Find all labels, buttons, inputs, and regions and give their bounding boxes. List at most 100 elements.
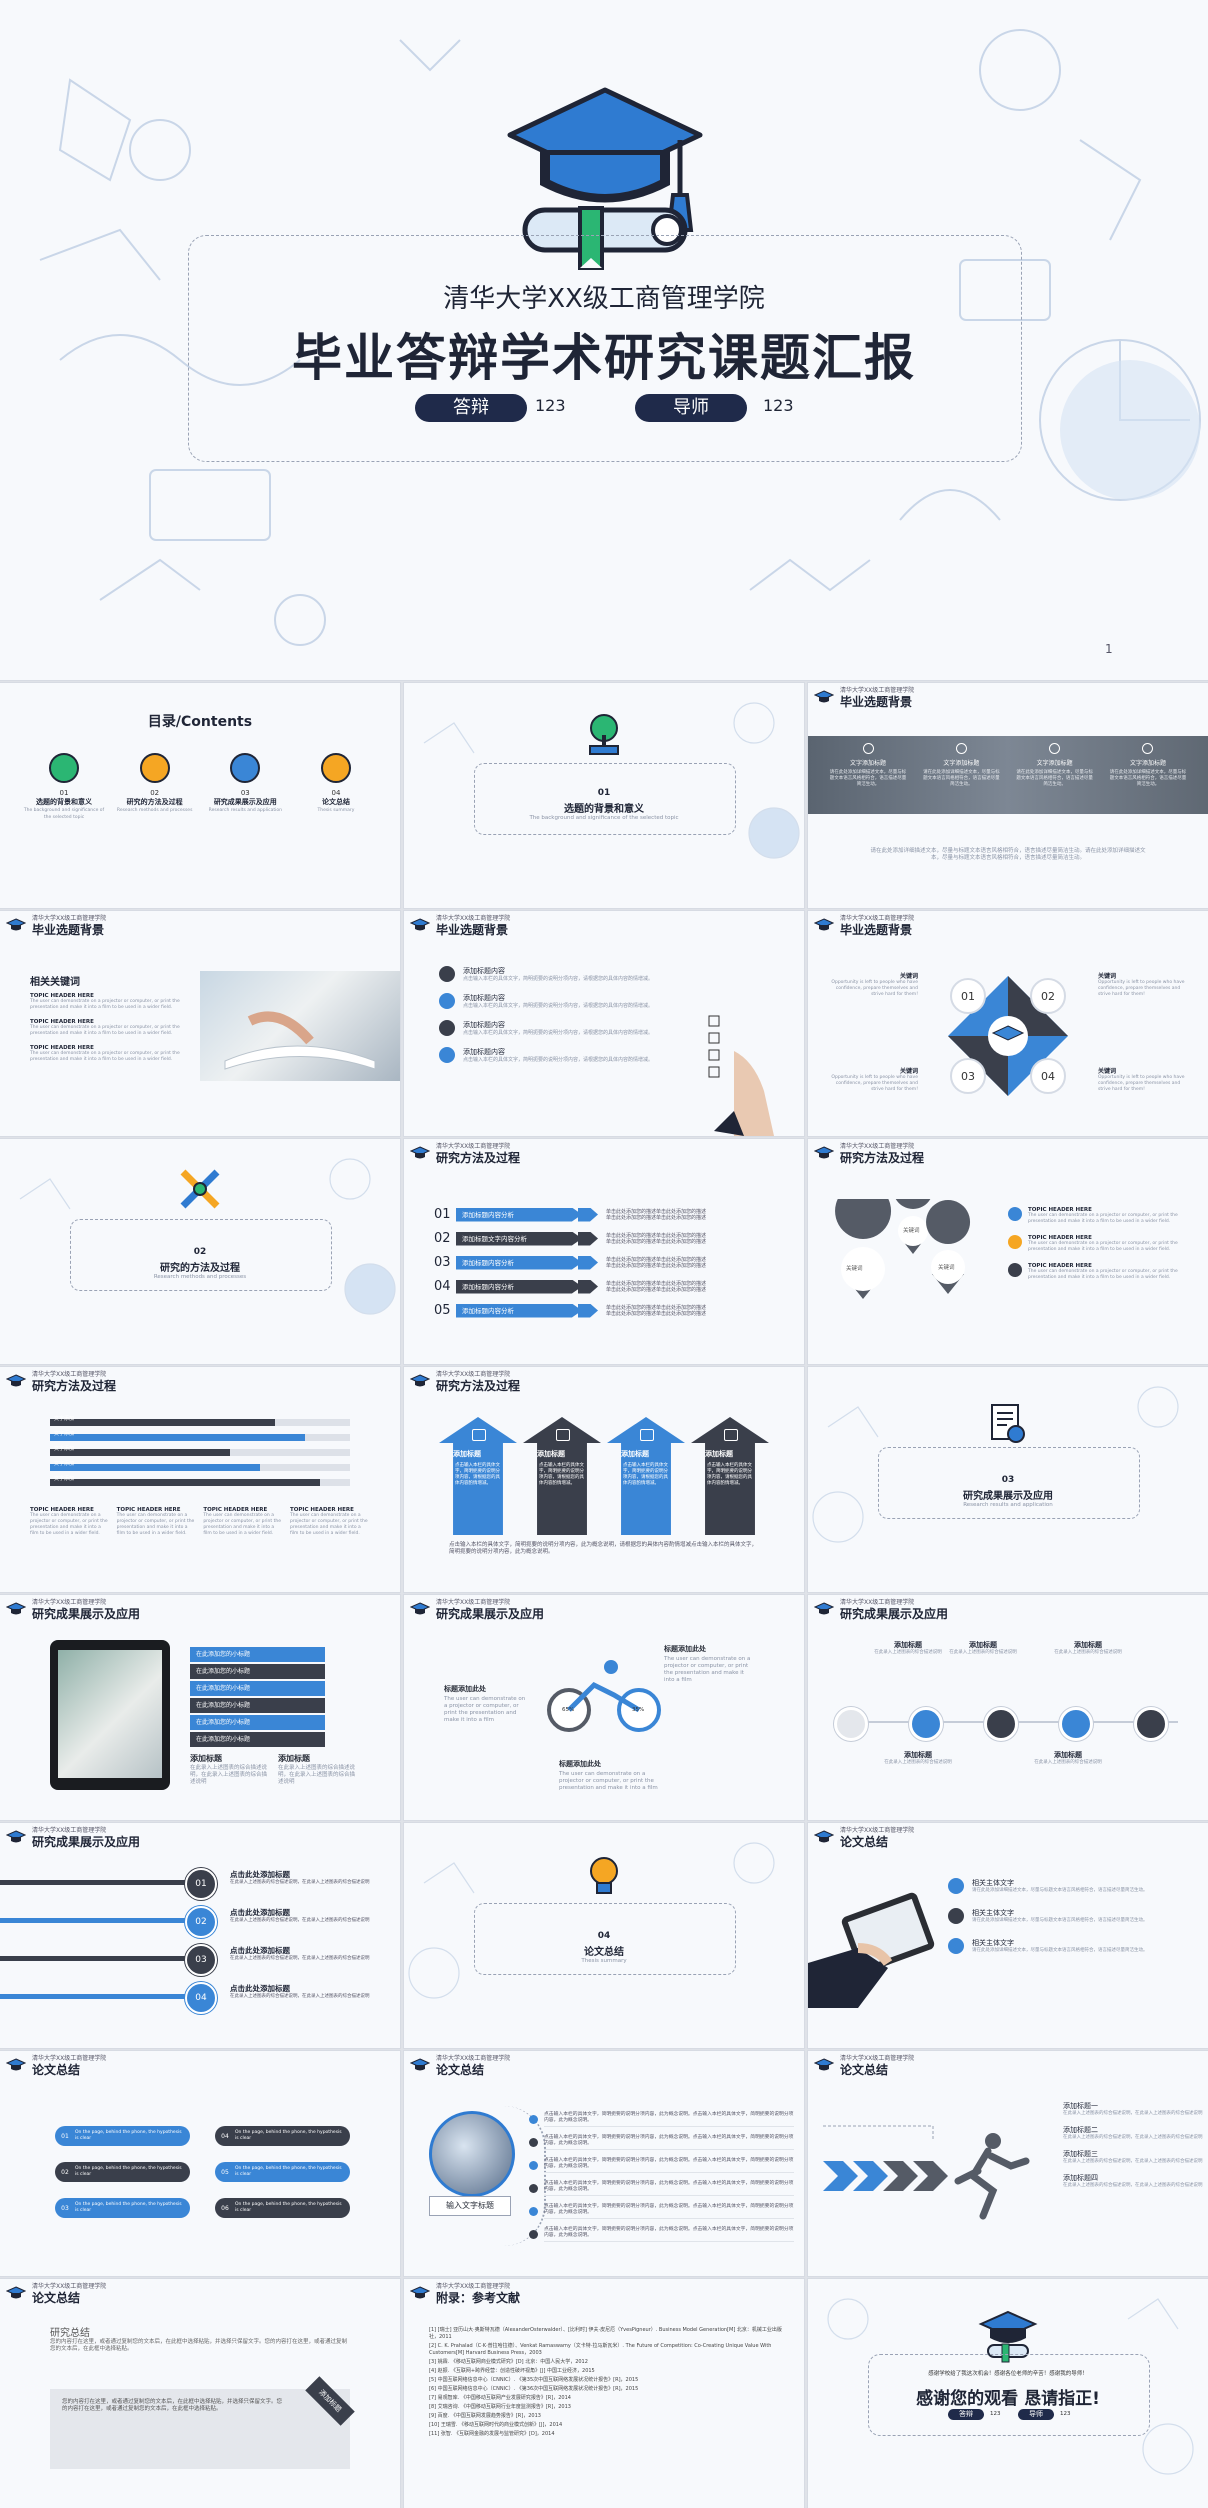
summary-heading: 研究总结 [50, 2328, 90, 2339]
step-text: 单击此处添加您的描述单击此处添加您的描述 单击此处添加您的描述单击此处添加您的描述 [606, 1304, 707, 1317]
reference-list: [1] [瑞士] 亚历山大·奥斯特瓦德（AlexanderOsterwalder… [429, 2327, 784, 2440]
header-school: 清华大学XX级工商管理学院 [436, 915, 511, 922]
header-school: 清华大学XX级工商管理学院 [436, 1599, 511, 1606]
summary-slide-3[interactable]: 清华大学XX级工商管理学院 论文总结 输入文字标题 点击输入本栏的具体文字，简明扼… [404, 2051, 804, 2276]
background-slide-4[interactable]: 清华大学XX级工商管理学院 毕业选题背景 01 02 03 04 关键词 Opportun… [808, 911, 1208, 1136]
header-school: 清华大学XX级工商管理学院 [32, 2055, 107, 2062]
section-03-slide[interactable]: 03 研究成果展示及应用 Research results and applic… [808, 1367, 1208, 1592]
slide-header: 清华大学XX级工商管理学院 研究方法及过程 [814, 1143, 924, 1165]
toc-number: 03 [240, 789, 250, 797]
cover-slide[interactable]: 清华大学XX级工商管理学院 毕业答辩学术研究课题汇报 答辩 123 导师 123… [0, 0, 1208, 680]
summary-slide-4[interactable]: 清华大学XX级工商管理学院 论文总结 添加标题一 在此录入上述图表的综合描述说明，在… [808, 2051, 1208, 2276]
summary-slide-1[interactable]: 清华大学XX级工商管理学院 论文总结 相关主体文字 请在此处添加详细描述文本，尽量与… [808, 1823, 1208, 2048]
method-slide-3[interactable]: 清华大学XX级工商管理学院 研究方法及过程 文字添加 文字添加 文字添加 文字添加 文字添… [0, 1367, 400, 1592]
summary-slide-5[interactable]: 清华大学XX级工商管理学院 论文总结 研究总结 您的内容打在这里，或者通过复制您的… [0, 2279, 400, 2508]
progress-label: 文字添加 [54, 1431, 75, 1437]
topic-desc: The user can demonstrate on a projector … [1028, 1269, 1178, 1280]
open-book-illustration [224, 1011, 376, 1070]
timeline-node [1134, 1707, 1168, 1741]
progress-fill [50, 1479, 320, 1486]
step-number: 03 [434, 1255, 451, 1270]
footer-text: 请在此处添加详细描述文本，尽量与标题文本语言风格相符合，语言描述尽量简洁生动。请… [870, 848, 1146, 861]
header-school: 清华大学XX级工商管理学院 [840, 915, 915, 922]
header-school: 清华大学XX级工商管理学院 [32, 1599, 107, 1606]
arrow-title: 添加标题 [705, 1450, 733, 1458]
section-02-slide[interactable]: 02 研究的方法及过程 Research methods and process… [0, 1139, 400, 1364]
number-label: 01 [961, 990, 975, 1003]
slide-header: 清华大学XX级工商管理学院 研究成果展示及应用 [814, 1599, 948, 1621]
background-slide-3[interactable]: 清华大学XX级工商管理学院 毕业选题背景 添加标题内容 点击输入本栏的具体文字，简明… [404, 911, 804, 1136]
topic-column: TOPIC HEADER HERE The user can demonstrat… [117, 1507, 197, 1537]
topic-column: TOPIC HEADER HERE The user can demonstrat… [290, 1507, 370, 1537]
timeline-label: 添加标题 在此录入上述图表的综合描述说明 [1054, 1641, 1122, 1655]
results-slide-3[interactable]: 清华大学XX级工商管理学院 研究成果展示及应用 添加标题 在此录入上述图表的综合描述… [808, 1595, 1208, 1820]
step-row: 05 添加标题内容分析 单击此处添加您的描述单击此处添加您的描述 单击此处添加您的描述… [434, 1300, 784, 1321]
topic-item: TOPIC HEADER HERE The user can demonstrat… [30, 1045, 190, 1063]
summary-slide-2[interactable]: 清华大学XX级工商管理学院 论文总结 01 On the page, behind … [0, 2051, 400, 2276]
toc-label: 研究成果展示及应用 [213, 798, 277, 806]
step-number: 01 [434, 1207, 451, 1222]
timeline-label: 添加标题 在此录入上述图表的综合描述说明 [949, 1641, 1017, 1655]
toc-item[interactable]: 03 研究成果展示及应用 Research results and applicat… [201, 753, 289, 821]
arrow-text: 点击输入本栏的具体文字，简明扼要的说明分项内容，请根据您的具体内容酌情增减。 [623, 1463, 668, 1486]
graduation-cap-icon [814, 1146, 834, 1159]
slide-title: 研究成果展示及应用 [840, 1607, 949, 1621]
toc-item[interactable]: 02 研究的方法及过程 Research methods and processes [111, 753, 199, 821]
thanks-sub: 感谢学校给了我这次机会！感谢各位老师的辛苦！感谢我的导师！ [928, 2371, 1088, 2377]
toc-item[interactable]: 04 论文总结 Thesis summary [292, 753, 380, 821]
numbered-list: 点击输入本栏的具体文字，简明扼要的说明分项内容，此为概念说明。点击输入本栏的具体… [529, 2109, 794, 2247]
topic-item: TOPIC HEADER HERE The user can demonstrat… [1008, 1207, 1198, 1225]
timeline-label: 添加标题 在此录入上述图表的综合描述说明 [884, 1751, 952, 1765]
slide-title: 论文总结 [32, 2063, 81, 2077]
page-number: 1 [1105, 642, 1113, 656]
background-slide-2[interactable]: 清华大学XX级工商管理学院 毕业选题背景 相关关键词 TOPIC HEADER H… [0, 911, 400, 1136]
pill-number: 01 [61, 2132, 69, 2140]
arrow-column: 添加标题 点击输入本栏的具体文字，简明扼要的说明分项内容，请根据您的具体内容酌情增… [607, 1417, 685, 1535]
topic-desc: The user can demonstrate on a projector … [30, 1513, 108, 1536]
background-slide-1[interactable]: 清华大学XX级工商管理学院 毕业选题背景 文字添加标题 请在此处添加详细描述文本，尽… [808, 683, 1208, 908]
item-icon [439, 966, 455, 982]
step-text: 单击此处添加您的描述单击此处添加您的描述 单击此处添加您的描述单击此处添加您的描述 [606, 1280, 707, 1293]
arrow-title: 添加标题 [537, 1450, 565, 1458]
method-slide-1[interactable]: 清华大学XX级工商管理学院 研究方法及过程 01 添加标题内容分析 单击此处添加您的描… [404, 1139, 804, 1364]
slide-title: 研究成果展示及应用 [32, 1835, 141, 1849]
arrow-text: 点击输入本栏的具体文字，简明扼要的说明分项内容，请根据您的具体内容酌情增减。 [455, 1463, 500, 1486]
thanks-slide[interactable]: 感谢学校给了我这次机会！感谢各位老师的辛苦！感谢我的导师！ 感谢您的观看 恳请指… [808, 2279, 1208, 2508]
toc-items: 01 选题的背景和意义 The background and significanc… [20, 753, 380, 821]
toc-item[interactable]: 01 选题的背景和意义 The background and significanc… [20, 753, 108, 821]
topic-desc: The user can demonstrate on a projector … [116, 1513, 195, 1536]
row-text: 在此录入上述图表的综合描述说明，在此录入上述图表的综合描述说明 [230, 1880, 370, 1885]
list-item: 添加标题内容 点击输入本栏的具体文字，简明扼要的说明分项内容，请根据您的具体内容酌… [439, 993, 689, 1009]
step-text: 单击此处添加您的描述单击此处添加您的描述 单击此处添加您的描述单击此处添加您的描述 [606, 1256, 707, 1269]
list-dot [529, 2184, 538, 2193]
list-item: 点击输入本栏的具体文字，简明扼要的说明分项内容，此为概念说明。点击输入本栏的具体… [529, 2224, 794, 2245]
keyword-title: 关键词 [899, 973, 918, 980]
slide-header: 清华大学XX级工商管理学院 论文总结 [410, 2055, 510, 2077]
results-slide-1[interactable]: 清华大学XX级工商管理学院 研究成果展示及应用 在此添加您的小标题 在此添加您的小标… [0, 1595, 400, 1820]
method-slide-2[interactable]: 清华大学XX级工商管理学院 研究方法及过程 关键词 关键词 关键词 TOPIC H… [808, 1139, 1208, 1364]
results-slide-2[interactable]: 清华大学XX级工商管理学院 研究成果展示及应用 65% 35% 标题添加此处 Th… [404, 1595, 804, 1820]
tablet-device [50, 1640, 170, 1790]
feature-column: 文字添加标题 请在此处添加详细描述文本，尽量与标题文本语言风格相符合，语言描述尽量… [1015, 743, 1095, 788]
step-number: 02 [434, 1231, 451, 1246]
keyword-title: 关键词 [1098, 1068, 1117, 1075]
section-04-slide[interactable]: 04 论文总结 Thesis summary [404, 1823, 804, 2048]
topic-item: TOPIC HEADER HERE The user can demonstrat… [1008, 1235, 1198, 1253]
section-frame [474, 763, 736, 835]
pill-item: 05 On the page, behind the phone, the hyp… [215, 2162, 350, 2182]
method-slide-4[interactable]: 清华大学XX级工商管理学院 研究方法及过程 添加标题 点击输入本栏的具体文字，简明扼… [404, 1367, 804, 1592]
header-school: 清华大学XX级工商管理学院 [840, 687, 915, 694]
feature-column: 文字添加标题 请在此处添加详细描述文本，尽量与标题文本语言风格相符合，语言描述尽量… [921, 743, 1001, 788]
pill-number: 02 [61, 2168, 69, 2176]
row-title: 点击此处添加标题 [230, 1946, 290, 1955]
thanks-value-2: 123 [1060, 2411, 1071, 2417]
references-slide[interactable]: 清华大学XX级工商管理学院 附录：参考文献 [1] [瑞士] 亚历山大·奥斯特瓦德… [404, 2279, 804, 2508]
results-slide-4[interactable]: 清华大学XX级工商管理学院 研究成果展示及应用 01 点击此处添加标题 在此录入上述图… [0, 1823, 400, 2048]
list-item: 点击输入本栏的具体文字，简明扼要的说明分项内容，此为概念说明。点击输入本栏的具体… [529, 2201, 794, 2222]
section-number: 01 [597, 788, 611, 798]
pill-text: On the page, behind the phone, the hypot… [75, 2130, 182, 2141]
section-01-slide[interactable]: 01 选题的背景和意义 The background and significa… [404, 683, 804, 908]
slide-header: 清华大学XX级工商管理学院 附录：参考文献 [410, 2283, 520, 2305]
feature-text: 请在此处添加详细描述文本，尽量与标题文本语言风格相符合，语言描述尽量简洁生动。 [829, 770, 907, 787]
toc-slide[interactable]: 目录/Contents 01 选题的背景和意义 The background and… [0, 683, 400, 908]
